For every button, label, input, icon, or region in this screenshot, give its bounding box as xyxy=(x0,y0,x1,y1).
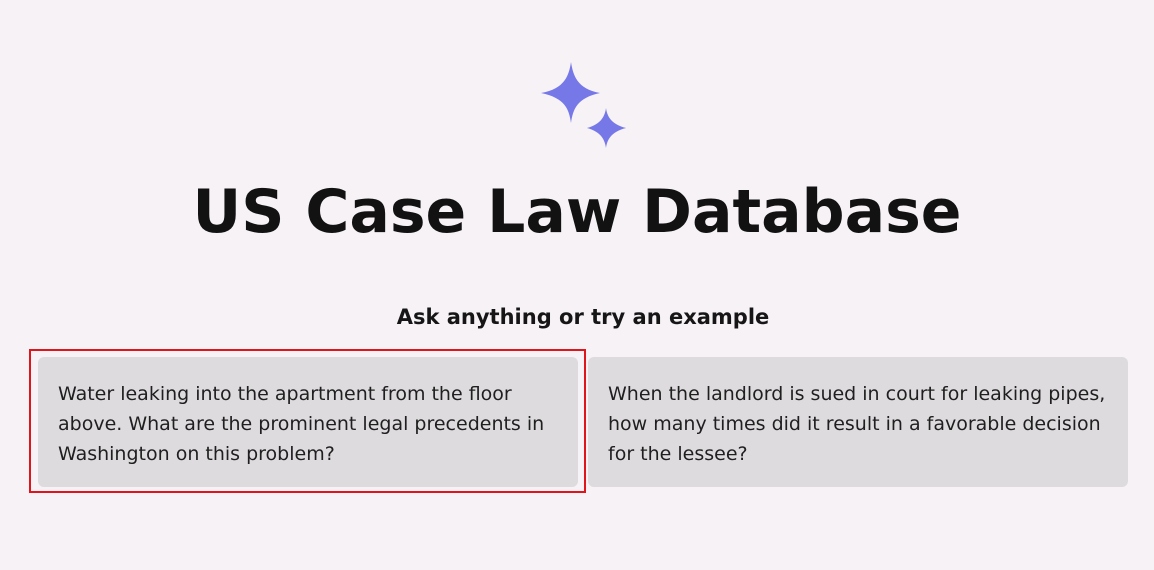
example-card-2-text: When the landlord is sued in court for l… xyxy=(608,383,1106,465)
example-card-2[interactable]: When the landlord is sued in court for l… xyxy=(588,357,1128,487)
example-card-1[interactable]: Water leaking into the apartment from th… xyxy=(38,357,578,487)
sparkles-icon xyxy=(539,61,629,151)
example-card-1-text: Water leaking into the apartment from th… xyxy=(58,383,545,465)
page-title: US Case Law Database xyxy=(192,177,962,247)
examples-prompt: Ask anything or try an example xyxy=(396,305,770,329)
